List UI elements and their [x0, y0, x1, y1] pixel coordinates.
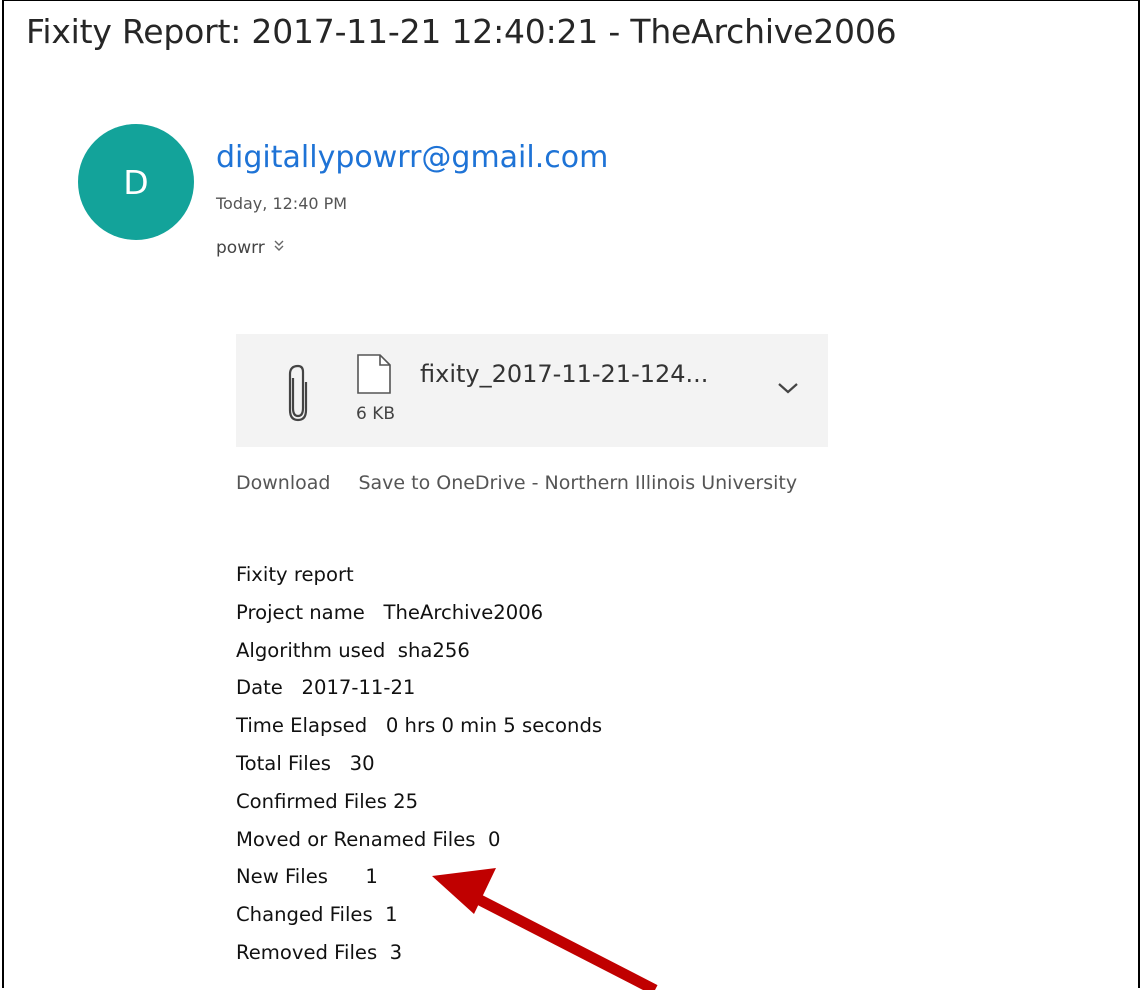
- document-icon: [357, 354, 391, 394]
- attachment-filename: fixity_2017-11-21-124...: [420, 360, 709, 388]
- report-line: New Files 1: [236, 865, 378, 889]
- report-line: Time Elapsed 0 hrs 0 min 5 seconds: [236, 714, 603, 738]
- email-date: Today, 12:40 PM: [216, 194, 348, 213]
- report-line: Project name TheArchive2006: [236, 600, 544, 624]
- chevron-down-icon[interactable]: [776, 378, 800, 398]
- report-line: Changed Files 1: [236, 903, 398, 927]
- report-line: Moved or Renamed Files 0: [236, 827, 501, 851]
- attachment-actions: Download Save to OneDrive - Northern Ill…: [236, 472, 797, 494]
- avatar-letter: D: [123, 162, 149, 202]
- report-line: Fixity report: [236, 563, 354, 586]
- recipient-row: powrr: [216, 238, 285, 258]
- report-body: Fixity report Project name TheArchive2006…: [236, 556, 602, 972]
- double-chevron-down-icon[interactable]: [273, 239, 285, 257]
- email-subject: Fixity Report: 2017-11-21 12:40:21 - The…: [26, 12, 897, 51]
- attachment-card[interactable]: fixity_2017-11-21-124... 6 KB: [236, 334, 828, 447]
- report-line: Total Files 30: [236, 751, 375, 775]
- report-line: Confirmed Files 25: [236, 789, 419, 813]
- paperclip-icon: [288, 364, 308, 422]
- report-line: Algorithm used sha256: [236, 638, 470, 662]
- sender-email[interactable]: digitallypowrr@gmail.com: [216, 140, 608, 175]
- attachment-size: 6 KB: [356, 404, 396, 424]
- report-line: Removed Files 3: [236, 940, 403, 964]
- recipient-name: powrr: [216, 238, 265, 258]
- download-link[interactable]: Download: [236, 472, 330, 494]
- save-to-onedrive-link[interactable]: Save to OneDrive - Northern Illinois Uni…: [358, 472, 797, 494]
- report-line: Date 2017-11-21: [236, 676, 416, 700]
- sender-avatar[interactable]: D: [78, 124, 194, 240]
